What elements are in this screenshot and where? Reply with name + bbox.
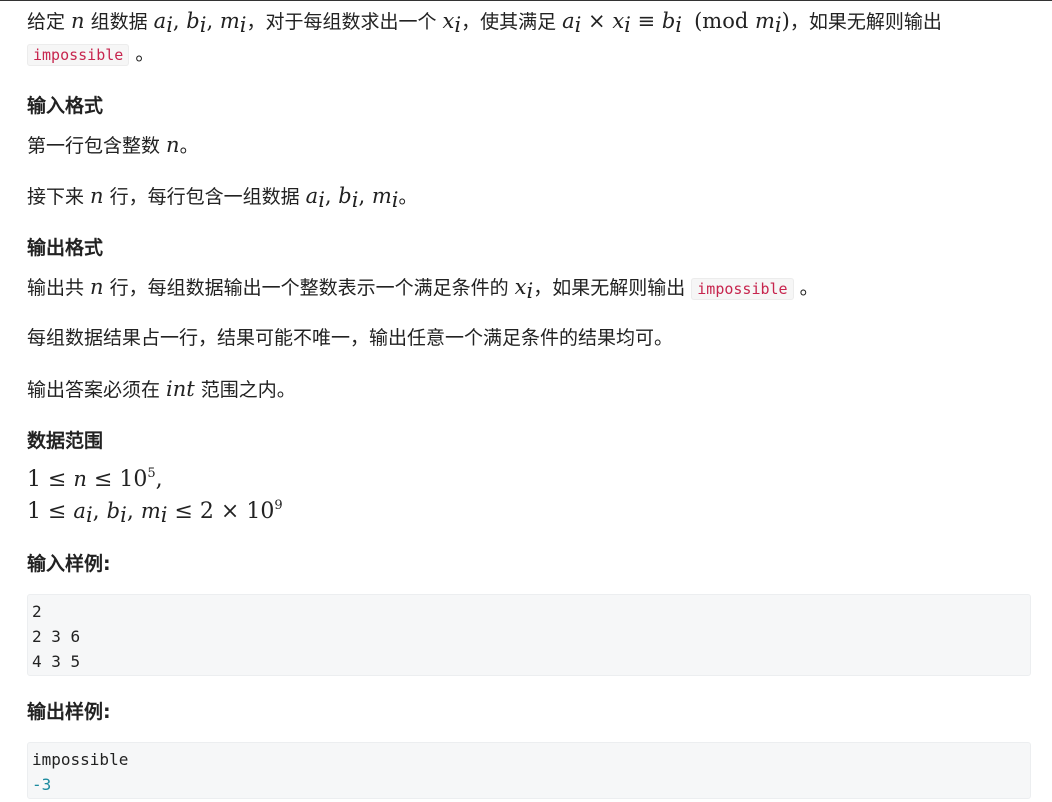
math-sub-i: i [624, 13, 631, 37]
input-format-heading: 输入格式 [27, 95, 104, 117]
inline-code-impossible: impossible [691, 278, 794, 300]
range-line-2: 1 ≤ ai, bi, mi ≤ 2 × 109 [27, 498, 283, 527]
sample-output-heading: 输出样例: [27, 701, 111, 723]
text-part: 输出共 [27, 277, 91, 299]
math-n: n [90, 275, 104, 299]
text-part: 。 [179, 135, 199, 157]
math-text: 1 ≤ [27, 499, 74, 524]
intro-text-part: 组数据 [84, 11, 154, 33]
math-a: a [562, 9, 575, 33]
math-sub-i: i [85, 503, 93, 527]
math-text: ≤ 2 × 10 [167, 499, 275, 524]
math-int: int [166, 377, 195, 401]
code-line: -3 [32, 775, 52, 794]
math-m: m [371, 184, 392, 208]
intro-period: 。 [135, 43, 155, 65]
math-x: x [514, 275, 527, 299]
text-part: ，如果无解则输出 [533, 277, 692, 299]
math-a: a [153, 9, 167, 33]
text-part: 行，每行包含一组数据 [103, 186, 306, 208]
text-part: 行，每组数据输出一个整数表示一个满足条件的 [103, 277, 515, 299]
math-sub-i: i [675, 13, 682, 37]
math-sub-i: i [318, 188, 325, 212]
math-m: m [754, 9, 775, 33]
intro-text-cont: impossible 。 [27, 40, 154, 69]
math-text: ≤ 10 [86, 467, 148, 492]
math-sub-i: i [166, 13, 173, 37]
inline-code-impossible: impossible [27, 44, 130, 66]
math-a: a [73, 499, 86, 523]
math-mod: (mod [694, 9, 755, 33]
code-line: 2 [32, 602, 42, 621]
code-line: 4 3 5 [32, 652, 81, 671]
top-border [0, 0, 1052, 1]
math-close-paren: ) [781, 9, 790, 33]
code-line: impossible [32, 750, 129, 769]
math-b: b [186, 9, 200, 33]
math-sub-i: i [120, 503, 127, 527]
math-m: m [140, 499, 161, 523]
input-line-1: 第一行包含整数 n。 [27, 131, 199, 160]
output-line-3: 输出答案必须在 int 范围之内。 [27, 375, 296, 404]
math-n: n [166, 133, 180, 157]
math-sub-i: i [774, 13, 782, 37]
sample-input-heading: 输入样例: [27, 553, 111, 575]
math-b: b [338, 184, 352, 208]
intro-text-part: ，如果无解则输出 [789, 11, 942, 33]
input-line-2: 接下来 n 行，每行包含一组数据 ai, bi, mi。 [27, 184, 418, 212]
sample-input-block: 2 2 3 6 4 3 5 [27, 594, 1031, 676]
math-n: n [71, 9, 85, 33]
math-text: 1 ≤ [27, 467, 74, 492]
math-a: a [305, 184, 319, 208]
intro-text-part: ，使其满足 [461, 11, 563, 33]
data-range-heading: 数据范围 [27, 430, 104, 452]
text-part: 接下来 [27, 186, 91, 208]
math-n: n [90, 184, 104, 208]
text-part: 范围之内。 [194, 379, 296, 401]
intro-text-part: 给定 [27, 11, 72, 33]
intro-text-part: ，对于每组数求出一个 [246, 11, 443, 33]
math-m: m [219, 9, 240, 33]
math-b: b [106, 499, 121, 523]
range-line-1: 1 ≤ n ≤ 105, [27, 465, 163, 494]
math-n: n [73, 467, 87, 491]
math-x: x [612, 9, 625, 33]
math-exponent: 5 [147, 466, 156, 481]
output-line-2: 每组数据结果占一行，结果可能不唯一，输出任意一个满足条件的结果均可。 [27, 327, 674, 349]
text-part: 。 [799, 277, 819, 299]
math-b: b [661, 9, 676, 33]
math-x: x [442, 9, 455, 33]
text-part: 输出答案必须在 [27, 379, 167, 401]
intro-text: 给定 n 组数据 ai, bi, mi，对于每组数求出一个 xi，使其满足 ai… [27, 9, 942, 37]
text-part: 。 [398, 186, 418, 208]
code-line: 2 3 6 [32, 627, 81, 646]
sample-output-block: impossible -3 [27, 742, 1031, 799]
math-times: × [581, 9, 613, 33]
text-part: 第一行包含整数 [27, 135, 167, 157]
output-format-heading: 输出格式 [27, 237, 104, 259]
math-text: , [155, 467, 163, 492]
math-equiv: ≡ [630, 9, 662, 33]
output-line-1: 输出共 n 行，每组数据输出一个整数表示一个满足条件的 xi，如果无解则输出 i… [27, 273, 819, 303]
math-exponent: 9 [274, 498, 283, 513]
